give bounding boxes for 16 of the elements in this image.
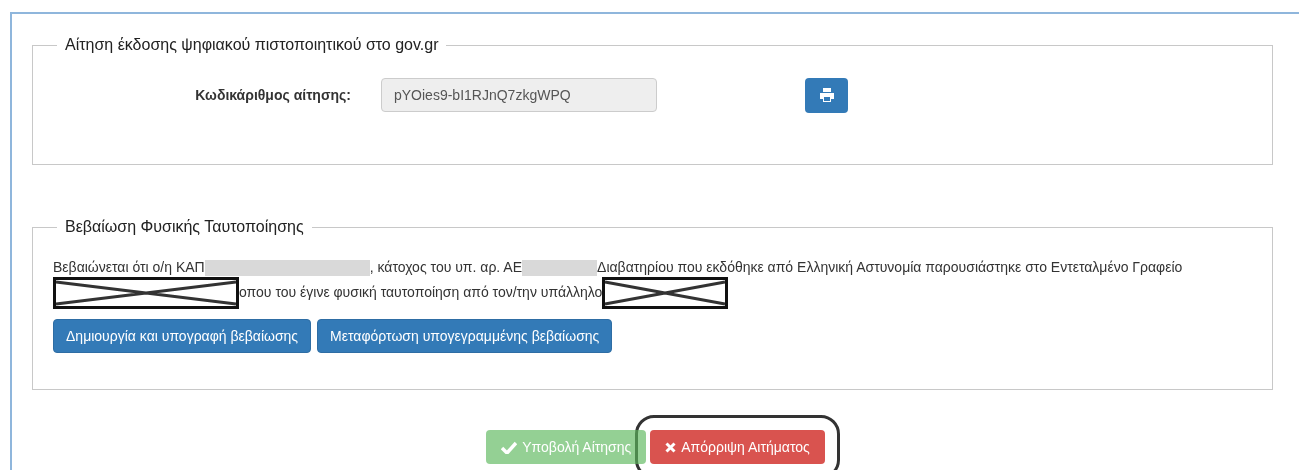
reject-button[interactable]: Απόρριψη Αιτήματος <box>650 430 825 464</box>
section-title: Αίτηση έκδοσης ψηφιακού πιστοποιητικού στο gov.gr <box>64 36 440 54</box>
close-icon <box>665 441 677 453</box>
action-button[interactable]: Μεταφόρτωση υπογεγραμμένης βεβαίωσης <box>317 319 613 353</box>
code-label: Κωδικάριθμος αίτησης: <box>194 87 352 103</box>
check-icon <box>501 440 518 454</box>
redaction-cross-icon <box>53 277 239 309</box>
redaction-cross-icon <box>602 277 729 309</box>
print-icon <box>818 88 835 102</box>
statement-text: Διαβατηρίου που εκδόθηκε από Ελληνική Αστυνομία παρουσιάστηκε στο Εντεταλμένο Γραφείο <box>597 259 1183 275</box>
statement-text: οπου του έγινε φυσική ταυτοποίηση από τον/την υπάλληλο <box>239 283 603 300</box>
section-title: Βεβαίωση Φυσικής Ταυτοποίησης <box>64 218 305 236</box>
print-button[interactable] <box>805 77 848 113</box>
statement-text: , κάτοχος του υπ. αρ. ΑΕ <box>369 259 523 275</box>
statement-text: Βεβαιώνεται ότι ο/η ΚΑΠ <box>53 259 205 275</box>
action-button[interactable]: Δημιουργία και υπογραφή βεβαίωσης <box>53 319 312 353</box>
